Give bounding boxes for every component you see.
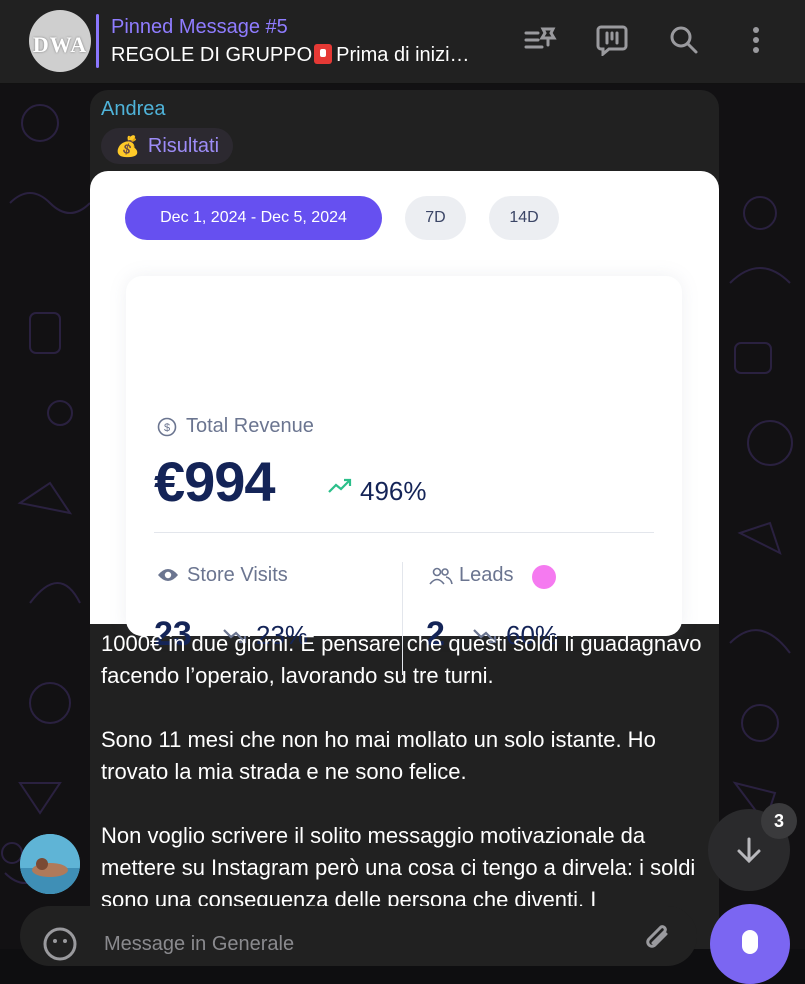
pinned-indicator <box>96 14 99 68</box>
leads-color-dot <box>532 565 556 589</box>
poll-icon[interactable] <box>592 20 632 60</box>
message-bubble[interactable]: Andrea 💰 Risultati Dec 1, 2024 - Dec 5, … <box>90 90 719 949</box>
pinned-message-bar[interactable]: DWA Pinned Message #5 REGOLE DI GRUPPO Pr… <box>0 0 805 84</box>
message-input[interactable] <box>102 928 606 960</box>
message-paragraph: Sono 11 mesi che non ho mai mollato un s… <box>101 727 656 784</box>
message-composer[interactable] <box>20 906 697 966</box>
trend-up-icon <box>328 478 352 493</box>
chip-14d: 14D <box>489 196 559 240</box>
money-bag-icon: 💰 <box>115 135 140 158</box>
stats-divider-horizontal <box>154 532 654 533</box>
pinned-preview-start: REGOLE DI GRUPPO <box>111 44 313 66</box>
avatar-logo-text: DWA <box>32 32 88 57</box>
total-revenue-value: €994 <box>154 450 276 513</box>
more-vertical-icon[interactable] <box>736 20 776 60</box>
chat-avatar[interactable]: DWA <box>29 10 91 72</box>
pin-list-icon[interactable] <box>520 20 560 60</box>
topic-tag-label: Risultati <box>147 134 220 157</box>
leads-label: Leads <box>459 564 514 586</box>
topic-tag[interactable]: 💰 Risultati <box>101 128 234 164</box>
sender-name[interactable]: Andrea <box>101 98 166 121</box>
unread-count-badge: 3 <box>761 803 797 839</box>
microphone-icon <box>742 930 758 954</box>
sender-avatar[interactable] <box>20 834 80 894</box>
siren-emoji-icon <box>314 44 333 64</box>
emoji-icon[interactable] <box>42 926 78 962</box>
search-icon[interactable] <box>664 20 704 60</box>
store-visits-label: Store Visits <box>187 564 288 586</box>
users-icon <box>429 567 453 585</box>
pinned-title: Pinned Message #5 <box>111 16 288 38</box>
svg-text:$: $ <box>164 422 170 434</box>
date-range-chip: Dec 1, 2024 - Dec 5, 2024 <box>125 196 382 240</box>
message-paragraph: Non voglio scrivere il solito messaggio … <box>101 823 696 912</box>
dashboard-screenshot[interactable]: Dec 1, 2024 - Dec 5, 2024 7D 14D $ Total… <box>90 171 719 675</box>
attach-icon[interactable] <box>642 924 674 956</box>
message-paragraph: 1000€ in due giorni. E pensare che quest… <box>101 631 702 688</box>
total-revenue-change: 496% <box>360 476 427 506</box>
message-text: 1000€ in due giorni. E pensare che quest… <box>101 628 713 916</box>
chip-7d: 7D <box>405 196 466 240</box>
dollar-circle-icon: $ <box>157 417 177 437</box>
pinned-preview: REGOLE DI GRUPPO Prima di inizi… <box>111 44 470 67</box>
voice-record-button[interactable] <box>710 904 790 984</box>
arrow-down-icon <box>737 837 761 864</box>
total-revenue-label: Total Revenue <box>186 415 314 437</box>
pinned-preview-end: Prima di inizi… <box>336 44 470 66</box>
eye-icon <box>158 569 178 581</box>
